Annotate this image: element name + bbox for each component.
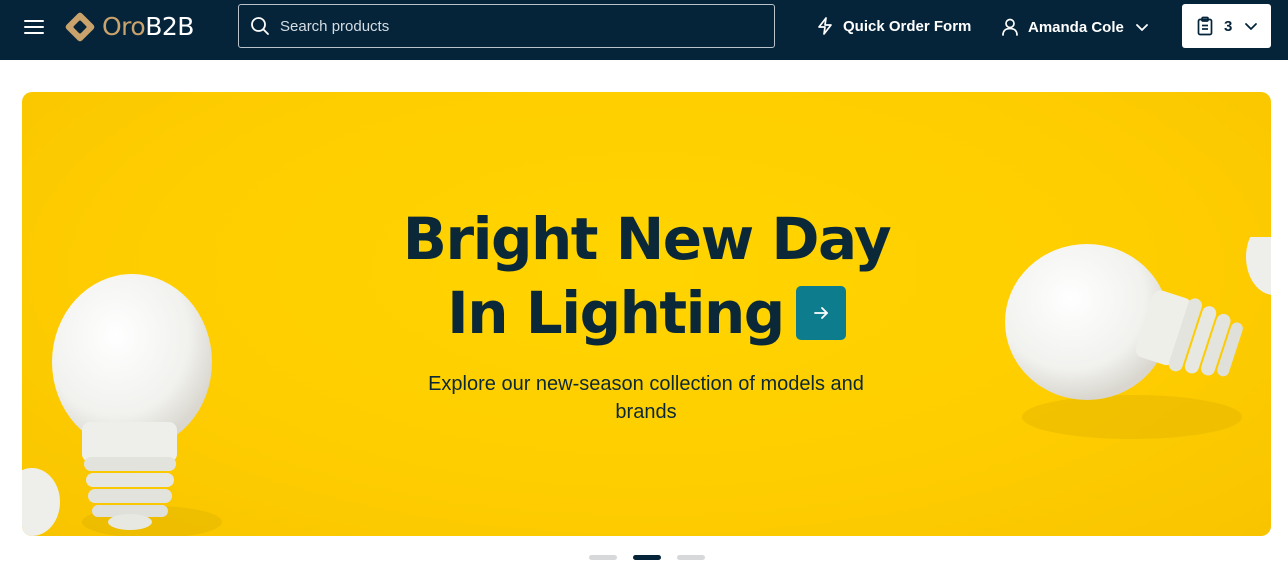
logo[interactable]: OroB2B [63,10,194,44]
search-box [238,4,775,48]
arrow-right-icon [813,307,828,319]
carousel-dot-1[interactable] [589,555,617,560]
cart-count: 3 [1224,17,1233,35]
logo-text: OroB2B [102,12,194,41]
clipboard-icon [1197,16,1213,36]
quick-order-label: Quick Order Form [843,17,972,35]
site-header: OroB2B Quick Order Form Amanda Cole 3 [0,0,1288,60]
search-input[interactable] [270,5,774,47]
hero-title-line1: Bright New Day [402,205,892,273]
carousel-dot-3[interactable] [677,555,705,560]
user-menu[interactable]: Amanda Cole [1000,13,1150,41]
hero-arrow-button[interactable] [795,286,846,340]
hamburger-icon[interactable] [24,17,46,39]
lightning-icon [818,17,832,35]
carousel-dot-2[interactable] [633,555,661,560]
carousel-pagination [589,555,705,560]
hero-title-line2-row: In Lighting [22,278,1271,348]
quick-order-form-link[interactable]: Quick Order Form [815,13,971,39]
hero-banner[interactable]: Bright New Day In Lighting Explore our n… [22,92,1271,536]
chevron-down-icon [1245,23,1258,30]
hero-subtitle: Explore our new-season collection of mod… [428,373,864,423]
user-icon [1002,18,1018,36]
hero-title-line2: In Lighting [447,279,785,347]
logo-mark-icon [65,12,95,42]
user-name: Amanda Cole [1028,18,1124,36]
search-icon[interactable] [250,16,270,36]
shopping-list-button[interactable]: 3 [1182,4,1271,48]
chevron-down-icon [1135,24,1148,31]
